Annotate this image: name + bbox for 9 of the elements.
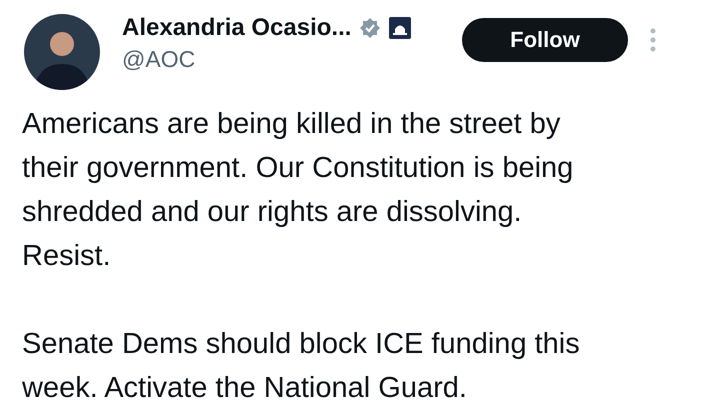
tweet-text-line: Resist.: [22, 239, 112, 274]
user-handle[interactable]: @AOC: [122, 46, 462, 73]
tweet-text-line: shredded and our rights are dissolving.: [22, 195, 523, 230]
tweet-text-line: Americans are being killed in the street by: [22, 107, 562, 142]
tweet-text-line: Senate Dems should block ICE funding this: [22, 327, 581, 362]
tweet-text-line: week. Activate the National Guard.: [22, 371, 468, 405]
display-name[interactable]: Alexandria Ocasio...: [122, 14, 352, 42]
tweet-text-line: their government. Our Constitution is being: [22, 151, 574, 186]
follow-button[interactable]: Follow: [462, 18, 628, 62]
